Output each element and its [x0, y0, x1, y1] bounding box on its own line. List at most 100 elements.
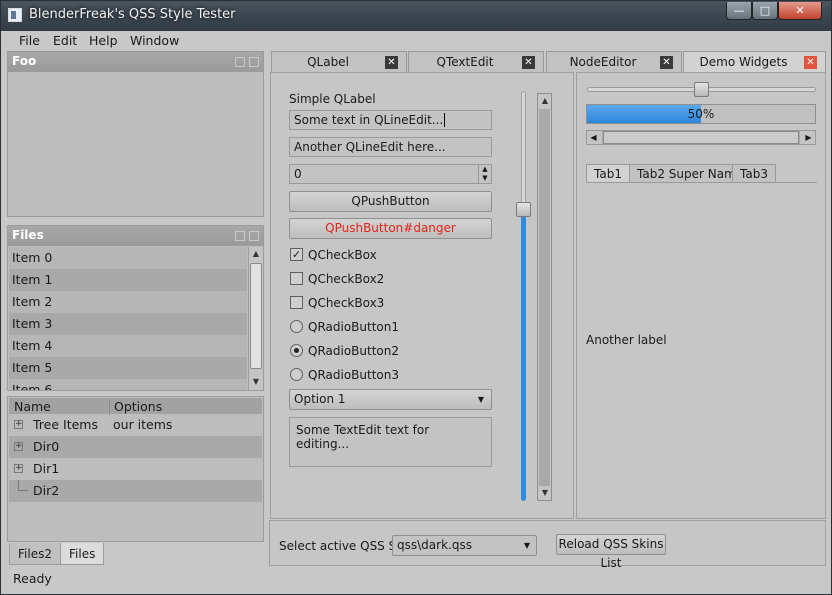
tab-nodeeditor[interactable]: NodeEditor ✕ [546, 51, 682, 72]
scroll-left-icon[interactable]: ◀ [587, 131, 600, 144]
expand-icon[interactable]: + [14, 464, 23, 473]
checkbox-1-label: QCheckBox [308, 248, 377, 262]
checkbox-1[interactable]: ✓ [290, 248, 303, 261]
scroll-track[interactable] [539, 109, 550, 486]
files-dock-title: Files [12, 228, 44, 242]
tree-row[interactable]: Dir2 [9, 480, 262, 502]
tab-qtextedit[interactable]: QTextEdit ✕ [408, 51, 544, 72]
expand-icon[interactable]: + [14, 442, 23, 451]
skin-combo[interactable]: qss\dark.qss ▼ [392, 535, 537, 556]
scroll-thumb[interactable] [250, 263, 262, 369]
vertical-scrollbar[interactable]: ▲ ▼ [537, 93, 552, 501]
subtab-divider [586, 182, 817, 183]
radio-1-label: QRadioButton1 [308, 320, 399, 334]
scroll-down-icon[interactable]: ▼ [249, 375, 263, 389]
spin-down-icon[interactable]: ▼ [478, 174, 491, 183]
tree-row[interactable]: + Dir0 [9, 436, 262, 458]
danger-button[interactable]: QPushButton#danger [289, 218, 492, 239]
list-item[interactable]: Item 5 [9, 357, 247, 379]
title-bar[interactable]: BlenderFreak's QSS Style Tester — □ ✕ [1, 1, 831, 31]
tab-tab1[interactable]: Tab1 [586, 164, 630, 182]
tab-files2[interactable]: Files2 [9, 543, 61, 565]
files-dock: Files Item 0 Item 1 Item 2 Item 3 Item 4… [7, 225, 264, 391]
close-tab-icon[interactable]: ✕ [522, 56, 535, 69]
close-icon[interactable] [249, 57, 259, 67]
menu-edit[interactable]: Edit [53, 33, 77, 48]
app-icon [8, 8, 22, 22]
spin-box[interactable]: 0 ▲ ▼ [289, 164, 492, 184]
menu-file[interactable]: File [19, 33, 40, 48]
scroll-down-icon[interactable]: ▼ [538, 486, 552, 500]
tab-files[interactable]: Files [60, 543, 105, 565]
push-button[interactable]: QPushButton [289, 191, 492, 212]
menu-help[interactable]: Help [89, 33, 118, 48]
another-label: Another label [586, 333, 667, 347]
spin-up-icon[interactable]: ▲ [478, 165, 491, 174]
scroll-up-icon[interactable]: ▲ [538, 94, 552, 108]
list-item[interactable]: Item 0 [9, 247, 247, 269]
tree-row[interactable]: + Tree Items our items [9, 414, 262, 436]
tree-column-name[interactable]: Name [14, 399, 51, 414]
minimize-button[interactable]: — [726, 2, 752, 20]
radio-1[interactable] [290, 320, 303, 333]
radio-3[interactable] [290, 368, 303, 381]
expand-icon[interactable]: + [14, 420, 23, 429]
scroll-up-icon[interactable]: ▲ [249, 247, 263, 261]
list-item[interactable]: Item 4 [9, 335, 247, 357]
menu-window[interactable]: Window [130, 33, 179, 48]
simple-label: Simple QLabel [289, 92, 376, 106]
foo-dock: Foo [7, 51, 264, 217]
right-pane: 50% ◀ ▶ Tab1 Tab2 Super Name Tab3 Anothe… [576, 72, 826, 519]
radio-3-label: QRadioButton3 [308, 368, 399, 382]
tree-branch-icon [18, 480, 28, 491]
tree-header: Name Options [9, 398, 262, 415]
maximize-button[interactable]: □ [752, 2, 778, 20]
close-tab-icon[interactable]: ✕ [804, 56, 817, 69]
checkbox-3[interactable] [290, 296, 303, 309]
menu-bar: File Edit Help Window [2, 31, 830, 51]
list-item[interactable]: Item 3 [9, 313, 247, 335]
status-text: Ready [13, 571, 52, 586]
tree-column-options[interactable]: Options [114, 399, 162, 414]
line-edit-2[interactable]: Another QLineEdit here... [289, 137, 492, 157]
line-edit-1[interactable]: Some text in QLineEdit... [289, 110, 492, 130]
demo-widgets-pane: Simple QLabel Some text in QLineEdit... … [270, 72, 574, 519]
main-window: BlenderFreak's QSS Style Tester — □ ✕ Fi… [0, 0, 832, 595]
files-dock-header: Files [8, 226, 263, 246]
close-tab-icon[interactable]: ✕ [660, 56, 673, 69]
tab-qlabel[interactable]: QLabel ✕ [271, 51, 407, 72]
foo-dock-header: Foo [8, 52, 263, 72]
tab-demo-widgets[interactable]: Demo Widgets ✕ [683, 51, 826, 73]
horizontal-slider-handle[interactable] [694, 82, 709, 97]
checkbox-2-label: QCheckBox2 [308, 272, 385, 286]
reload-skins-button[interactable]: Reload QSS Skins List [556, 534, 666, 570]
option-combo[interactable]: Option 1 ▼ [289, 389, 492, 410]
list-item[interactable]: Item 1 [9, 269, 247, 291]
vertical-slider-fill [521, 209, 526, 501]
float-icon[interactable] [235, 57, 245, 67]
radio-2[interactable] [290, 344, 303, 357]
vertical-slider-handle[interactable] [516, 201, 531, 217]
scroll-thumb[interactable] [603, 131, 799, 144]
status-bar: Ready [2, 567, 830, 593]
progress-text: 50% [687, 107, 715, 121]
tab-tab3[interactable]: Tab3 [732, 164, 776, 182]
checkbox-3-label: QCheckBox3 [308, 296, 385, 310]
checkbox-2[interactable] [290, 272, 303, 285]
files-scrollbar[interactable]: ▲ ▼ [248, 247, 263, 390]
horizontal-scrollbar[interactable]: ◀ ▶ [586, 130, 816, 145]
tree-dock: Name Options + Tree Items our items + Di… [7, 396, 264, 542]
text-edit[interactable]: Some TextEdit text for editing... [289, 417, 492, 467]
list-item[interactable]: Item 2 [9, 291, 247, 313]
close-icon[interactable] [249, 231, 259, 241]
scroll-right-icon[interactable]: ▶ [802, 131, 815, 144]
close-window-button[interactable]: ✕ [778, 2, 822, 20]
skin-panel: Select active QSS Skin qss\dark.qss ▼ Re… [269, 520, 826, 570]
chevron-down-icon: ▼ [477, 395, 484, 404]
progress-bar: 50% [586, 104, 816, 124]
window-title: BlenderFreak's QSS Style Tester [29, 7, 236, 22]
list-item[interactable]: Item 6 [9, 379, 247, 390]
close-tab-icon[interactable]: ✕ [385, 56, 398, 69]
tree-row[interactable]: + Dir1 [9, 458, 262, 480]
float-icon[interactable] [235, 231, 245, 241]
